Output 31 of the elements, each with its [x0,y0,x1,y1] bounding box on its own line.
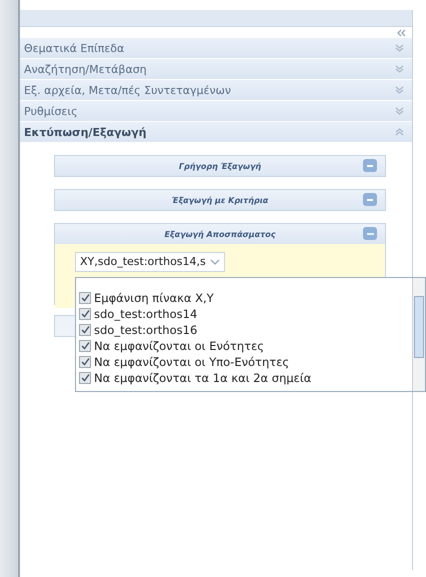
accordion-header[interactable]: Αναζήτηση/Μετάβαση [20,59,412,80]
accordion-header[interactable]: Θεματικά Επίπεδα [20,38,412,59]
checkbox[interactable] [79,356,91,368]
toggle-icon[interactable] [363,227,377,240]
scrollbar[interactable] [412,278,425,391]
accordion-header[interactable]: Εξ. αρχεία, Μετα/πές Συντεταγμένων [20,80,412,101]
chevron-icon [395,65,404,73]
checkbox[interactable] [79,292,91,304]
caret-icon [210,258,220,264]
checkbox[interactable] [79,372,91,384]
checkbox[interactable] [79,324,91,336]
chevron-icon [395,107,404,115]
panel-header[interactable]: Έξαγωγή με Κριτήρια [55,190,385,210]
accordion-header[interactable]: Εκτύπωση/Εξαγωγή [20,122,412,143]
checkbox[interactable] [79,308,91,320]
chevron-icon [395,128,404,136]
toggle-icon[interactable] [363,193,377,206]
checkbox[interactable] [79,340,91,352]
panel-header[interactable]: Γρήγορη Έξαγωγή [55,156,385,176]
option-item[interactable]: sdo_test:orthos14 [79,306,408,321]
accordion-header[interactable]: Ρυθμίσεις [20,101,412,122]
chevron-icon [395,86,404,94]
option-item[interactable]: Εμφάνιση πίνακα X,Y [79,290,408,305]
option-item[interactable]: Να εμφανίζονται οι Υπο-Ενότητες [79,354,408,369]
option-item[interactable]: Να εμφανίζονται τα 1α και 2α σημεία [79,370,408,385]
toggle-icon[interactable] [363,159,377,172]
option-item[interactable]: Να εμφανίζονται οι Ενότητες [79,338,408,353]
chevron-icon [395,44,404,52]
panel-header[interactable]: Εξαγωγή Αποσπάσματος [55,224,385,244]
option-item[interactable]: sdo_test:orthos16 [79,322,408,337]
layer-dropdown[interactable]: XY,sdo_test:orthos14,s [75,252,225,272]
